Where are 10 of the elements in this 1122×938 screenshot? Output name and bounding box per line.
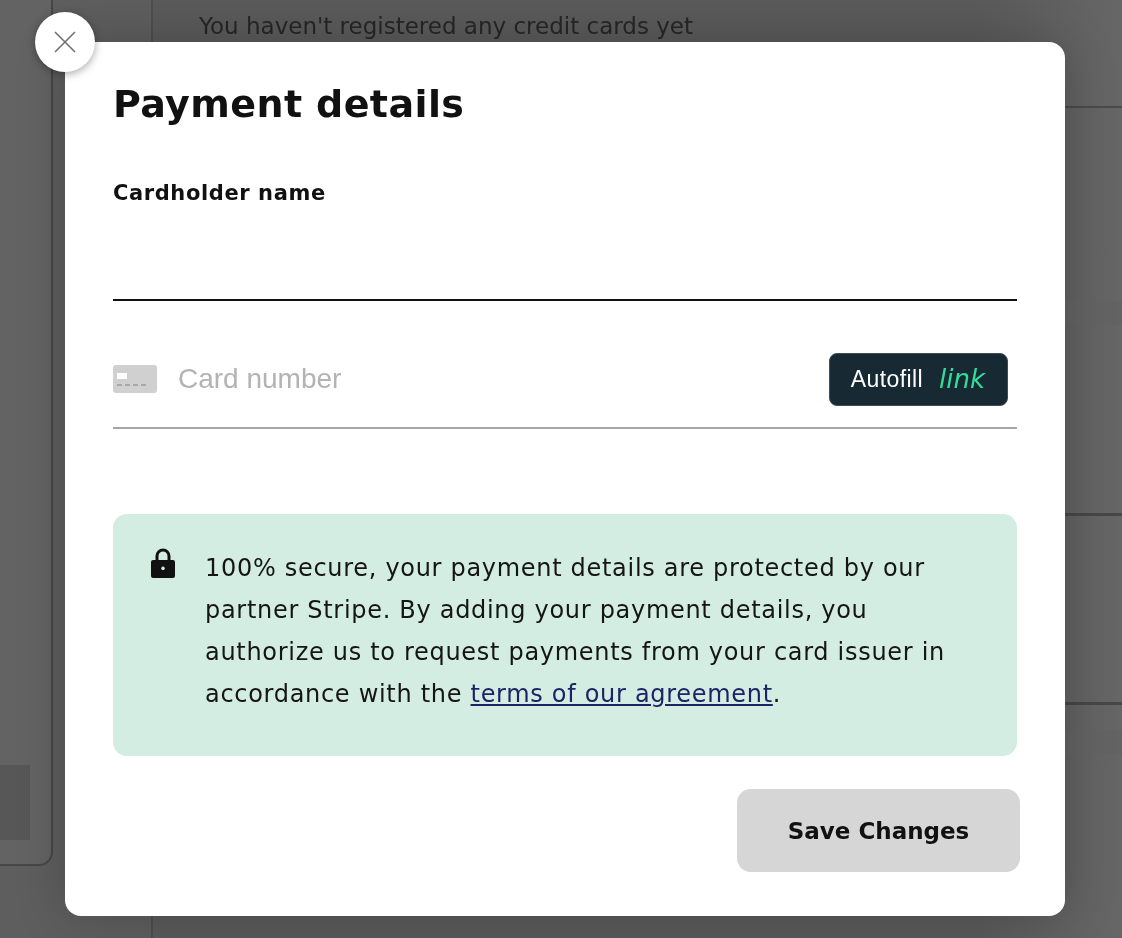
agreement-link[interactable]: terms of our agreement: [470, 680, 773, 708]
card-number-field[interactable]: Card number: [178, 359, 817, 399]
save-button[interactable]: Save Changes: [737, 789, 1020, 872]
credit-card-icon: [113, 365, 157, 393]
close-icon: [54, 31, 76, 53]
field-label: Cardholder name: [113, 180, 326, 207]
dialog-title: Payment details: [113, 81, 465, 128]
autofill-button[interactable]: Autofill link: [828, 352, 1008, 406]
notice-text: 100% secure, your payment details are protected by our partner Stripe. By adding your payment details, you authorize us to request payments from your card issuer in accordance with the terms of our agreement.: [205, 553, 946, 710]
lock-icon: [151, 548, 175, 578]
